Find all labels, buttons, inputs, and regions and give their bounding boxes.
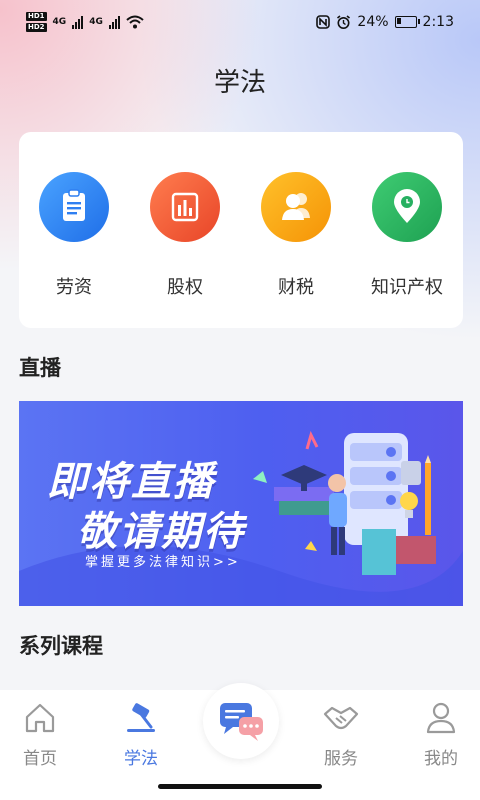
network-type-1: 4G [52,17,67,27]
page-title: 学法 [213,68,266,98]
wifi-icon [126,15,144,29]
battery-level [396,18,401,24]
category-label: 股权 [167,277,203,298]
sim1-badge: HD1 [26,12,47,21]
category-card: 劳资 股权 财税 知识产权 [19,132,463,328]
category-ip[interactable]: 知识产权 [357,172,457,299]
tab-label: 服务 [324,749,358,769]
category-labor[interactable]: 劳资 [24,172,124,299]
status-bar: HD1 HD2 4G 4G 24% 2:13 [0,0,480,48]
page-background [0,0,480,800]
banner-subtitle: 掌握更多法律知识>> [85,555,241,570]
tab-home[interactable]: 首页 [0,702,80,769]
tab-service[interactable]: 服务 [301,702,381,769]
location-pin-icon [372,172,442,242]
home-indicator [158,784,322,789]
gavel-icon [127,703,155,732]
nfc-icon [316,15,331,29]
sim-badges: HD1 HD2 [26,12,47,32]
home-icon [25,703,55,733]
network-type-2: 4G [89,17,103,27]
category-equity[interactable]: 股权 [135,172,235,299]
sim2-badge: HD2 [26,23,47,32]
signal-icon [72,15,84,29]
bar-chart-icon [150,172,220,242]
person-icon [426,702,456,734]
category-label: 劳资 [56,277,92,298]
tab-study-law[interactable]: 学法 [101,702,181,769]
consult-center-button[interactable] [203,683,279,759]
live-heading: 直播 [19,356,61,380]
people-icon [261,172,331,242]
chat-bubbles-icon [220,703,263,741]
category-label: 知识产权 [371,277,443,298]
tab-label: 学法 [124,749,158,769]
clock: 2:13 [422,14,454,30]
alarm-icon [337,14,351,29]
tab-label: 首页 [23,749,57,769]
live-banner[interactable]: 即将直播 敬请期待 掌握更多法律知识>> [19,401,463,606]
tab-label: 我的 [424,749,458,769]
tab-mine[interactable]: 我的 [401,702,480,769]
battery-icon [394,16,420,28]
banner-headline-2: 敬请期待 [77,509,245,555]
signal-icon [108,15,120,29]
courses-heading: 系列课程 [19,634,103,658]
category-label: 财税 [278,277,314,298]
clipboard-icon [39,172,109,242]
category-tax[interactable]: 财税 [246,172,346,299]
handshake-icon [323,706,359,730]
battery-percent: 24% [357,14,389,30]
